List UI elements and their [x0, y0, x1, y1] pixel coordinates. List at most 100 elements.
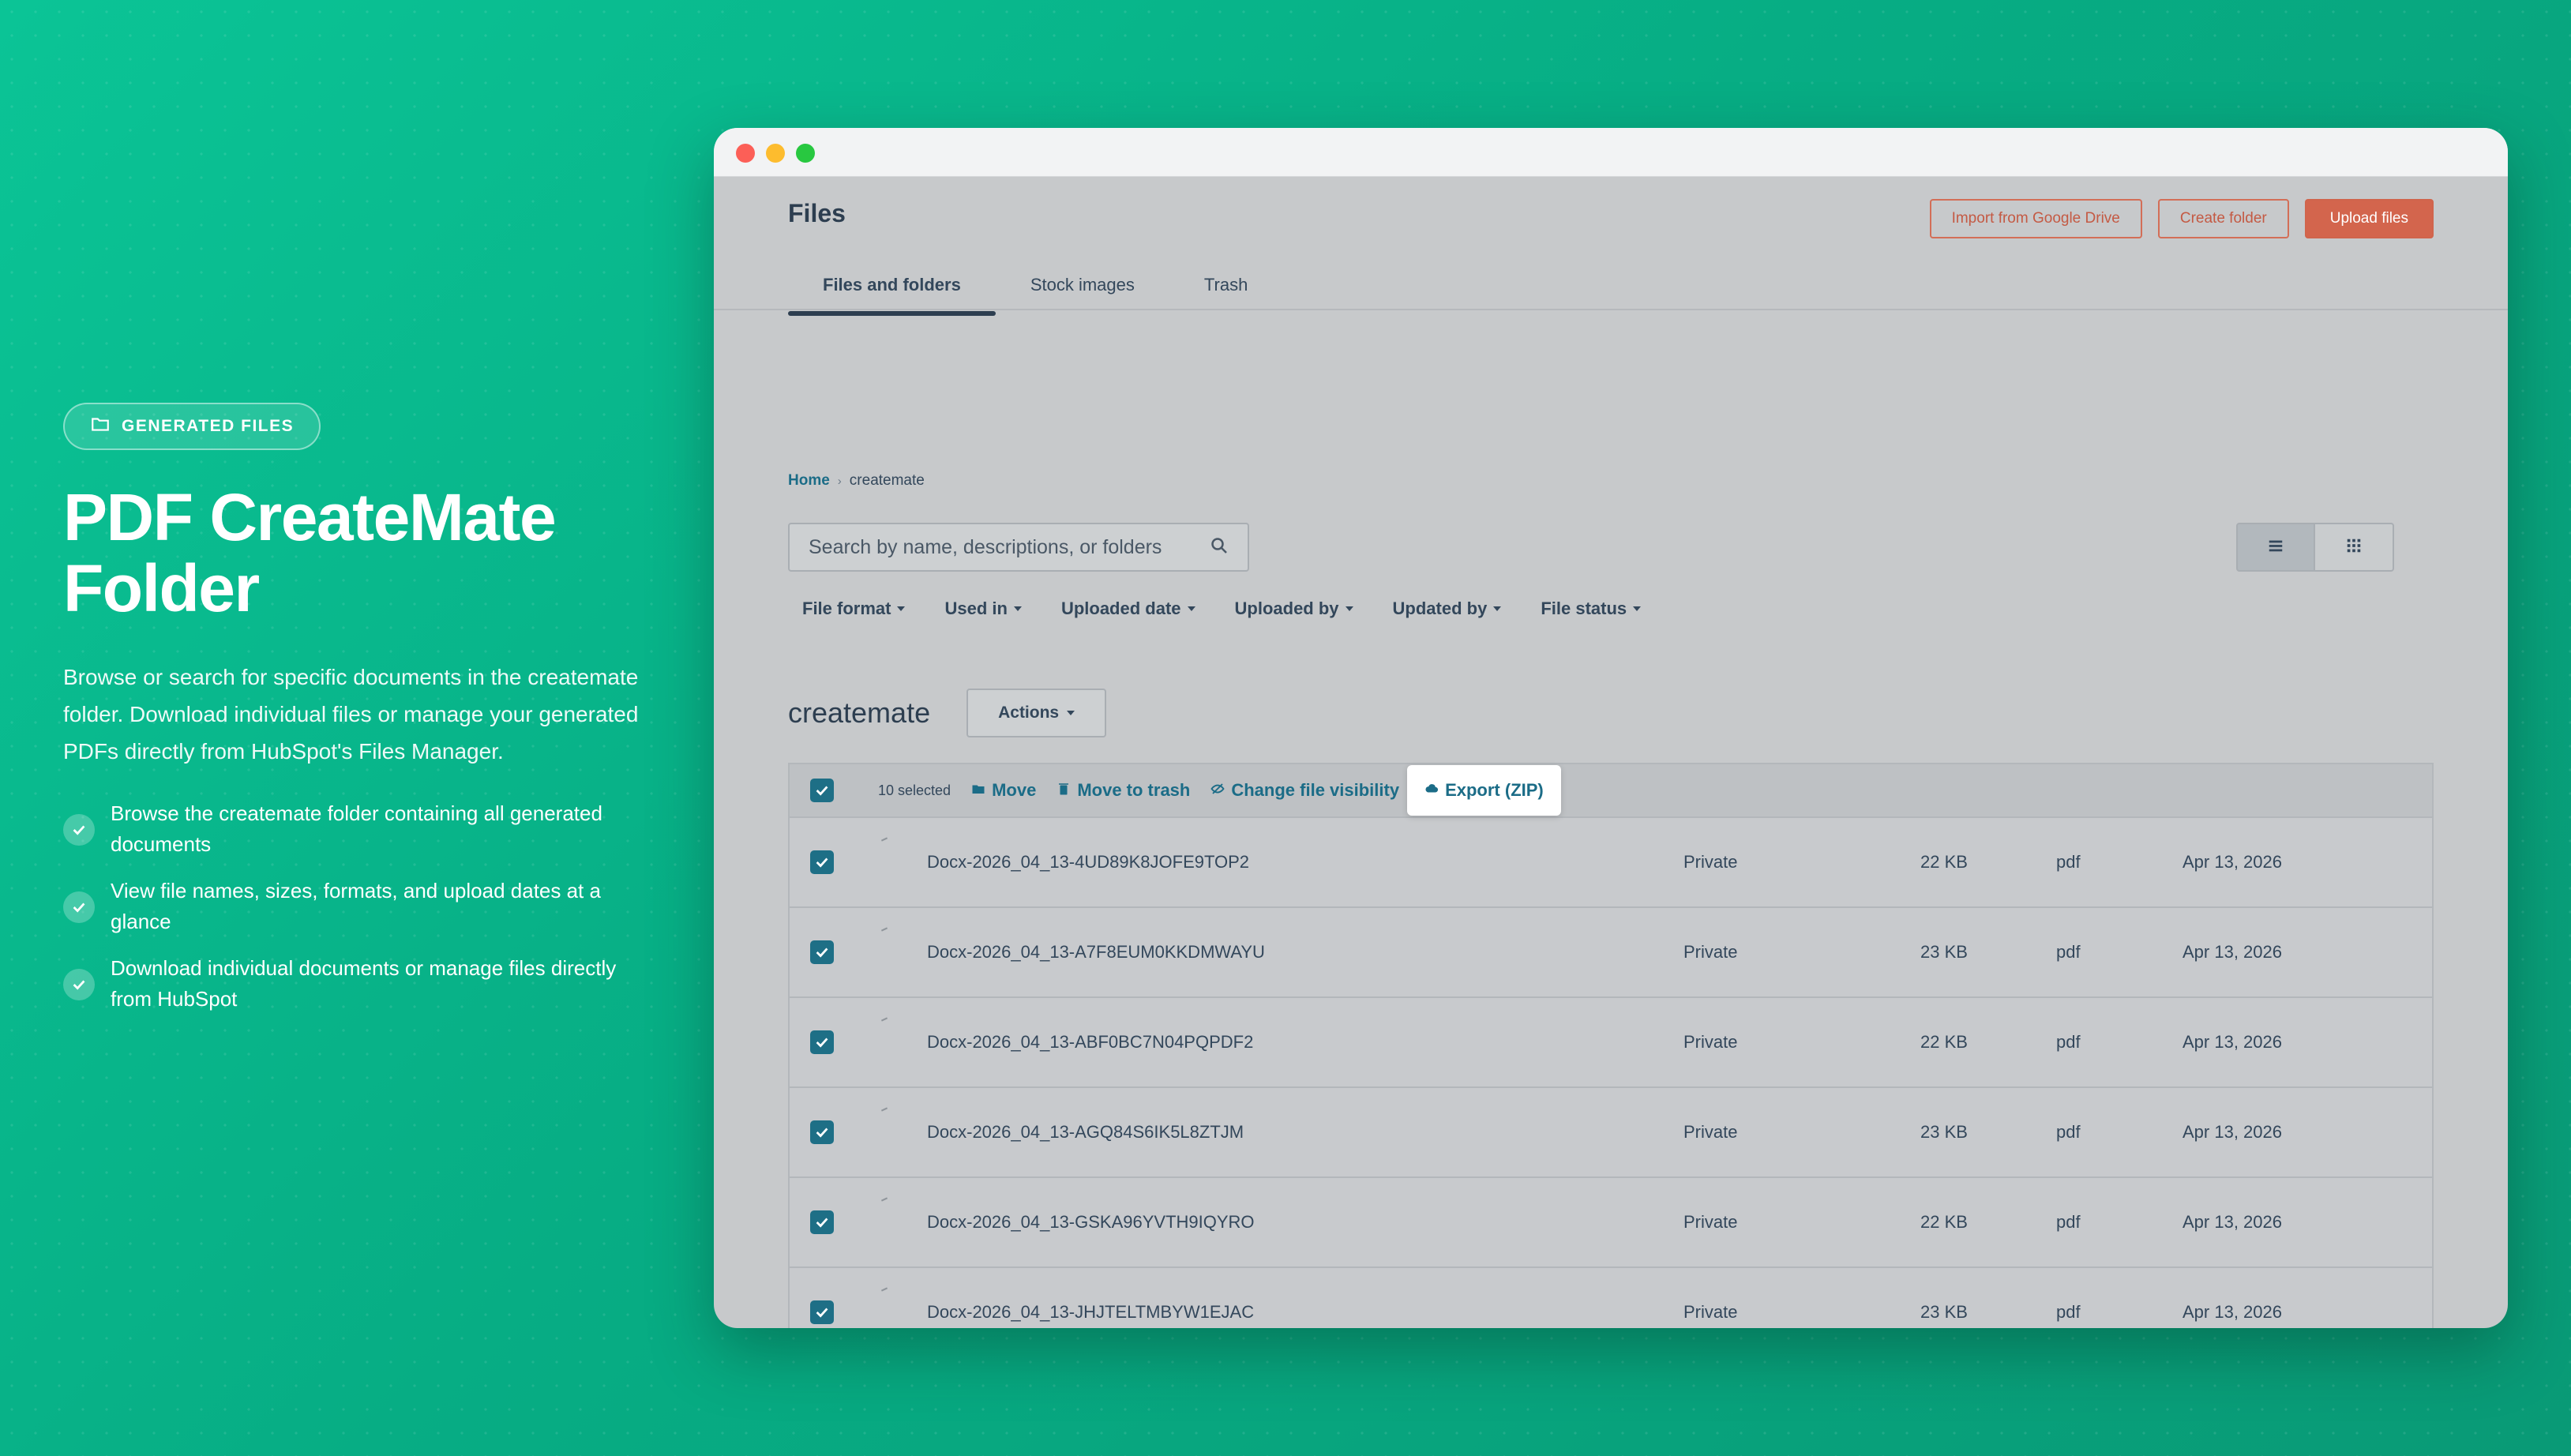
file-name[interactable]: Docx-2026_04_13-A7F8EUM0KKDMWAYU: [927, 942, 1683, 963]
export-icon: [1424, 780, 1439, 801]
file-name[interactable]: Docx-2026_04_13-AGQ84S6IK5L8ZTJM: [927, 1122, 1683, 1143]
move-to-trash-label: Move to trash: [1077, 780, 1191, 800]
filter-file-status[interactable]: File status: [1541, 599, 1642, 619]
upload-files-button[interactable]: Upload files: [2304, 199, 2434, 238]
bulk-actions-bar: 10 selected Move Move to trash Change fi…: [790, 764, 2432, 818]
filter-uploaded-by[interactable]: Uploaded by: [1235, 599, 1353, 619]
breadcrumb: Home › createmate: [788, 472, 925, 490]
file-visibility: Private: [1683, 852, 1738, 872]
list-view-button[interactable]: [2236, 523, 2315, 572]
actions-label: Actions: [998, 704, 1060, 722]
filter-label: File format: [802, 599, 891, 618]
file-name[interactable]: Docx-2026_04_13-4UD89K8JOFE9TOP2: [927, 852, 1683, 872]
row-checkbox[interactable]: [810, 940, 834, 964]
table-row[interactable]: Docx-2026_04_13-JHJTELTMBYW1EJAC Private 2…: [790, 1268, 2432, 1328]
file-visibility: Private: [1683, 1302, 1738, 1322]
feature-text: Download individual documents or manage …: [111, 956, 617, 1011]
close-window-button[interactable]: [736, 144, 755, 163]
file-size: 23 KB: [1920, 1122, 1968, 1142]
file-extension: pdf: [2056, 1032, 2081, 1052]
row-checkbox[interactable]: [810, 1300, 834, 1324]
files-table: 10 selected Move Move to trash Change fi…: [788, 763, 2434, 1328]
file-date: Apr 13, 2026: [2183, 852, 2282, 872]
tab-divider: [714, 309, 2508, 310]
file-size: 22 KB: [1920, 1212, 1968, 1232]
grid-view-button[interactable]: [2315, 523, 2394, 572]
folder-icon: [90, 414, 111, 439]
filter-label: Used in: [944, 599, 1008, 618]
maximize-window-button[interactable]: [796, 144, 815, 163]
feature-list: Browse the createmate folder containing …: [63, 798, 647, 1015]
list-view-icon: [2267, 537, 2284, 558]
feature-text: Browse the createmate folder containing …: [111, 801, 602, 856]
move-label: Move: [992, 780, 1037, 800]
table-row[interactable]: Docx-2026_04_13-AGQ84S6IK5L8ZTJM Private 2…: [790, 1088, 2432, 1178]
table-row[interactable]: Docx-2026_04_13-ABF0BC7N04PQPDF2 Private 2…: [790, 998, 2432, 1088]
caret-down-icon: [1187, 606, 1195, 611]
hero-title: PDF CreateMate Folder: [63, 480, 557, 625]
file-date: Apr 13, 2026: [2183, 1302, 2282, 1322]
filter-label: Uploaded by: [1234, 599, 1339, 618]
search-input[interactable]: [809, 535, 1210, 559]
file-date: Apr 13, 2026: [2183, 1122, 2282, 1142]
tab-trash[interactable]: Trash: [1169, 261, 1282, 313]
move-icon: [971, 780, 985, 801]
feature-item: View file names, sizes, formats, and upl…: [63, 876, 647, 937]
file-name[interactable]: Docx-2026_04_13-JHJTELTMBYW1EJAC: [927, 1302, 1683, 1323]
export-zip-label: Export (ZIP): [1445, 780, 1544, 800]
file-extension: pdf: [2056, 1212, 2081, 1232]
actions-dropdown-button[interactable]: Actions: [966, 689, 1107, 737]
minimize-window-button[interactable]: [766, 144, 785, 163]
import-google-drive-button[interactable]: Import from Google Drive: [1929, 199, 2142, 238]
filter-updated-by[interactable]: Updated by: [1393, 599, 1502, 619]
file-name[interactable]: Docx-2026_04_13-ABF0BC7N04PQPDF2: [927, 1032, 1683, 1053]
table-row[interactable]: Docx-2026_04_13-GSKA96YVTH9IQYRO Private 2…: [790, 1178, 2432, 1268]
grid-view-icon: [2345, 537, 2363, 558]
move-button[interactable]: Move: [971, 780, 1036, 801]
row-checkbox[interactable]: [810, 1210, 834, 1234]
filter-bar: File format Used in Uploaded date Upload…: [802, 599, 1642, 619]
file-thumbnail-icon: [881, 1289, 897, 1304]
filter-uploaded-date[interactable]: Uploaded date: [1061, 599, 1195, 619]
file-thumbnail-icon: [881, 839, 897, 854]
selected-count: 10 selected: [878, 782, 951, 798]
filter-file-format[interactable]: File format: [802, 599, 906, 619]
file-rows: Docx-2026_04_13-4UD89K8JOFE9TOP2 Private 2…: [790, 818, 2432, 1328]
check-circle-icon: [63, 891, 95, 923]
header-actions: Import from Google Drive Create folder U…: [1929, 199, 2434, 238]
table-row[interactable]: Docx-2026_04_13-4UD89K8JOFE9TOP2 Private 2…: [790, 818, 2432, 908]
move-to-trash-button[interactable]: Move to trash: [1057, 780, 1190, 801]
filter-label: File status: [1541, 599, 1627, 618]
files-manager: Files Import from Google Drive Create fo…: [714, 177, 2508, 1328]
row-checkbox[interactable]: [810, 1120, 834, 1144]
row-checkbox[interactable]: [810, 850, 834, 874]
visibility-icon: [1210, 780, 1225, 801]
tab-stock-images[interactable]: Stock images: [996, 261, 1169, 313]
breadcrumb-current: createmate: [849, 472, 925, 489]
trash-icon: [1057, 780, 1071, 801]
view-toggle: [2236, 523, 2394, 572]
file-extension: pdf: [2056, 1122, 2081, 1142]
file-visibility: Private: [1683, 1122, 1738, 1142]
breadcrumb-home-link[interactable]: Home: [788, 472, 830, 490]
filter-used-in[interactable]: Used in: [944, 599, 1022, 619]
file-visibility: Private: [1683, 1032, 1738, 1052]
create-folder-button[interactable]: Create folder: [2157, 199, 2289, 238]
file-visibility: Private: [1683, 1212, 1738, 1232]
file-size: 23 KB: [1920, 1302, 1968, 1322]
change-visibility-button[interactable]: Change file visibility: [1210, 780, 1399, 801]
file-thumbnail-icon: [881, 929, 897, 944]
row-checkbox[interactable]: [810, 1030, 834, 1054]
file-name[interactable]: Docx-2026_04_13-GSKA96YVTH9IQYRO: [927, 1212, 1683, 1233]
file-thumbnail-icon: [881, 1019, 897, 1034]
file-thumbnail-icon: [881, 1109, 897, 1124]
window-titlebar: [714, 128, 2508, 177]
caret-down-icon: [1633, 606, 1642, 611]
file-visibility: Private: [1683, 942, 1738, 962]
caret-down-icon: [1067, 711, 1075, 715]
table-row[interactable]: Docx-2026_04_13-A7F8EUM0KKDMWAYU Private 2…: [790, 908, 2432, 998]
tab-files-and-folders[interactable]: Files and folders: [788, 261, 996, 316]
select-all-checkbox[interactable]: [810, 779, 834, 802]
export-zip-button[interactable]: Export (ZIP): [1407, 765, 1561, 816]
file-size: 22 KB: [1920, 852, 1968, 872]
